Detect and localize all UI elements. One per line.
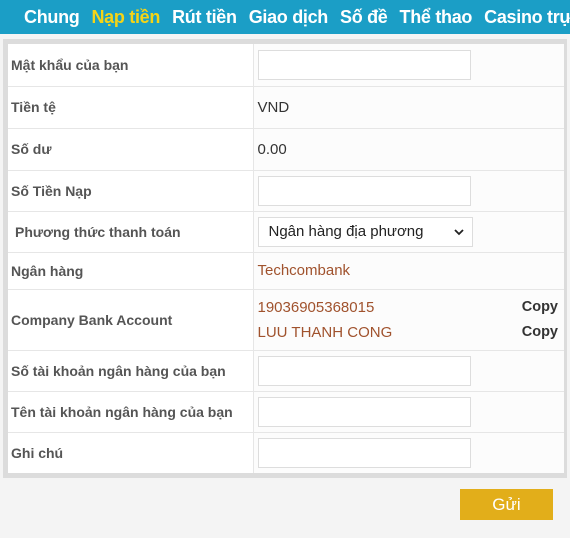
amount-input[interactable] [257,175,471,206]
row-your-account-number: Số tài khoản ngân hàng của bạn [8,350,564,392]
company-account-number: 19036905368015 [257,298,375,316]
top-nav: Chung Nạp tiền Rút tiền Giao dịch Số đề Thể t… [0,0,570,34]
password-label: Mật khẩu của bạn [8,44,254,87]
balance-value: 0.00 [257,140,287,158]
amount-label: Số Tiền Nạp [8,170,254,212]
your-account-number-input[interactable] [257,355,471,386]
currency-value: VND [257,98,290,116]
row-amount: Số Tiền Nạp [8,170,564,212]
nav-item-lottery[interactable]: Số đề [340,0,388,34]
nav-item-general[interactable]: Chung [24,0,80,34]
row-balance: Số dư 0.00 [8,128,564,171]
row-payment-method: Phương thức thanh toán Ngân hàng địa phư… [8,211,564,253]
account-number-line: 19036905368015 Copy [258,295,565,320]
balance-label: Số dư [8,128,254,171]
note-input[interactable] [257,437,471,468]
copy-account-name-button[interactable]: Copy [522,324,558,340]
payment-method-select[interactable]: Ngân hàng địa phương [257,216,473,247]
payment-method-label: Phương thức thanh toán [8,211,254,253]
password-input[interactable] [257,49,471,80]
nav-item-withdraw[interactable]: Rút tiền [172,0,237,34]
your-account-number-label: Số tài khoản ngân hàng của bạn [8,350,254,392]
company-account-name: LUU THANH CONG [257,323,393,341]
bank-label: Ngân hàng [8,252,254,290]
row-note: Ghi chú [8,432,564,473]
company-account-label: Company Bank Account [8,289,254,351]
payment-method-selected: Ngân hàng địa phương [268,223,424,240]
your-account-name-label: Tên tài khoản ngân hàng của bạn [8,391,254,433]
note-label: Ghi chú [8,432,254,473]
row-currency: Tiền tệ VND [8,86,564,129]
row-password: Mật khẩu của bạn [8,44,564,87]
submit-button[interactable]: Gửi [460,489,553,520]
row-bank: Ngân hàng Techcombank [8,252,564,290]
nav-item-casino[interactable]: Casino trực tuyến [484,0,570,34]
deposit-form: Mật khẩu của bạn Tiền tệ VND Số dư 0.00 … [3,39,567,478]
row-your-account-name: Tên tài khoản ngân hàng của bạn [8,391,564,433]
copy-account-number-button[interactable]: Copy [522,299,558,315]
deposit-form-table: Mật khẩu của bạn Tiền tệ VND Số dư 0.00 … [8,44,564,473]
currency-label: Tiền tệ [8,86,254,129]
bank-value: Techcombank [257,262,351,279]
nav-item-transactions[interactable]: Giao dịch [249,0,329,34]
your-account-name-input[interactable] [257,396,471,427]
nav-item-sports[interactable]: Thể thao [400,0,473,34]
row-company-account: Company Bank Account 19036905368015 Copy… [8,289,565,351]
chevron-down-icon [453,228,464,235]
nav-item-deposit[interactable]: Nạp tiền [91,0,160,34]
account-name-line: LUU THANH CONG Copy [258,320,565,345]
